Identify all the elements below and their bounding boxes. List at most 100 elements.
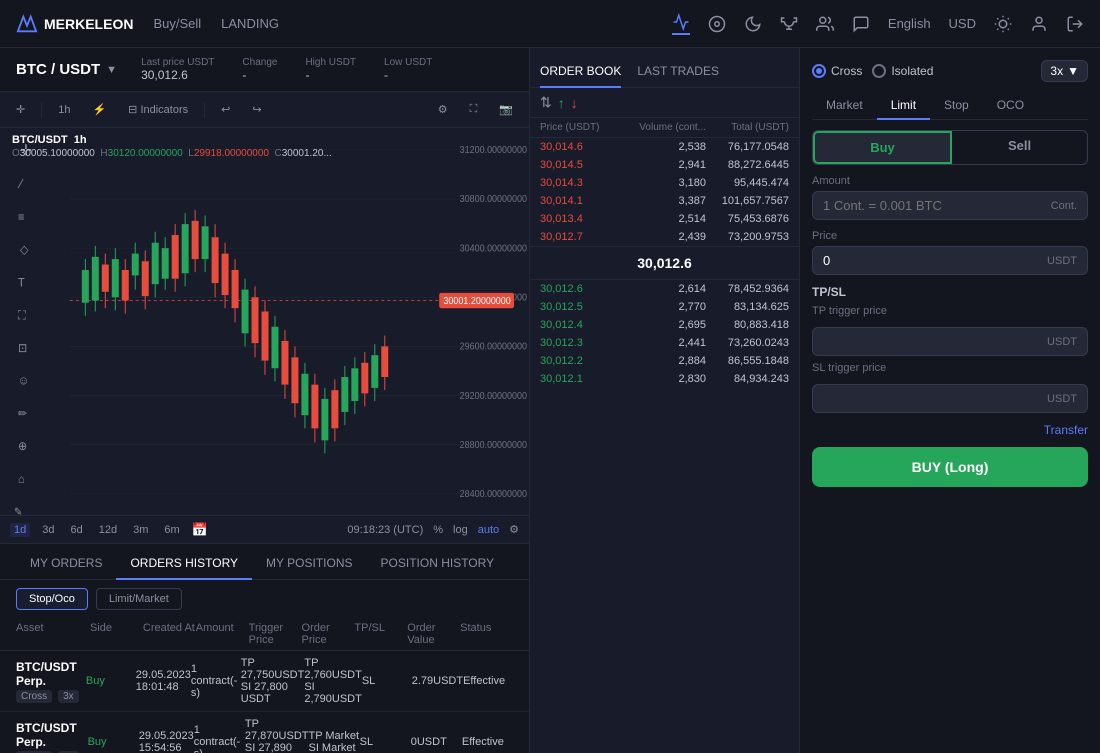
tf-6d[interactable]: 6d [67,523,87,537]
tf-6m[interactable]: 6m [160,523,183,537]
list-item: 30,012.3 2,441 73,260.0243 [530,334,799,352]
tab-market[interactable]: Market [812,92,877,120]
middle-panel: ORDER BOOK LAST TRADES ⇅ ↑ ↓ Price (USDT… [530,48,800,753]
price-input[interactable] [823,253,1041,268]
indicators-btn[interactable]: ⊟ Indicators [122,101,194,118]
trophy-icon[interactable] [780,15,798,33]
tab-position-history[interactable]: POSITION HISTORY [367,548,509,580]
tab-oco[interactable]: OCO [983,92,1038,120]
amount-suffix: Cont. [1051,200,1077,212]
table-row: BTC/USDT Perp. Cross 3x Buy 29.05.2023 1… [0,651,529,712]
buy-long-button[interactable]: BUY (Long) [812,447,1088,487]
ticker-change: Change - [242,57,277,82]
svg-text:⛶: ⛶ [17,309,27,323]
list-item: 30,014.5 2,941 88,272.6445 [530,156,799,174]
svg-text:☺: ☺ [18,375,29,388]
chart-pair-label: BTC/USDT 1h [12,134,332,146]
nav-currency[interactable]: USD [949,16,976,31]
ticker-low: Low USDT - [384,57,432,82]
radio-cross[interactable]: Cross [812,64,862,78]
sl-suffix: USDT [1047,393,1077,405]
tp-suffix: USDT [1047,336,1077,348]
tp-trigger-input-wrapper: USDT [812,327,1088,356]
main-layout: BTC / USDT ▼ Last price USDT 30,012.6 Ch… [0,48,1100,753]
tf-12d[interactable]: 12d [95,523,121,537]
filter-limit-market[interactable]: Limit/Market [96,588,182,610]
sl-trigger-input[interactable] [823,391,1041,406]
sun-icon[interactable] [994,15,1012,33]
tab-my-positions[interactable]: MY POSITIONS [252,548,366,580]
amount-input[interactable] [823,198,1045,213]
redo-btn[interactable]: ↪ [246,101,267,118]
top-nav: MERKELEON Buy/Sell LANDING English USD [0,0,1100,48]
svg-text:⊕: ⊕ [18,441,27,454]
tab-order-book[interactable]: ORDER BOOK [540,64,621,88]
tab-orders-history[interactable]: ORDERS HISTORY [116,548,252,580]
price-suffix: USDT [1047,255,1077,267]
svg-text:28800.00000000: 28800.00000000 [460,439,527,450]
sell-rows: 30,014.6 2,538 76,177.0548 30,014.5 2,94… [530,138,799,246]
tab-my-orders[interactable]: MY ORDERS [16,548,116,580]
screenshot-btn[interactable]: 📷 [493,101,519,118]
arrow-up-icon[interactable]: ↑ [558,95,565,111]
bs-sell[interactable]: Sell [952,131,1087,164]
right-panel: Cross Isolated 3x ▼ Market Limit Stop OC… [800,48,1100,753]
left-panel: BTC / USDT ▼ Last price USDT 30,012.6 Ch… [0,48,530,753]
tf-1d[interactable]: 1d [10,523,30,537]
svg-text:28400.00000000: 28400.00000000 [460,488,527,499]
fullscreen-btn[interactable]: ⛶ [464,101,484,118]
ticker-chevron: ▼ [106,64,117,76]
svg-text:≡: ≡ [18,211,25,224]
undo-btn[interactable]: ↩ [215,101,236,118]
order-type-row: Cross Isolated 3x ▼ [812,60,1088,82]
chat-icon[interactable] [852,15,870,33]
filter-stop-oco[interactable]: Stop/Oco [16,588,88,610]
tab-stop[interactable]: Stop [930,92,983,120]
ob-arrows: ⇅ ↑ ↓ [530,88,799,118]
price-label: Price [812,230,1088,242]
tb-sep-2 [204,102,205,118]
svg-text:T: T [18,277,25,290]
account-icon[interactable] [1030,15,1048,33]
ob-mid-price: 30,012.6 [530,246,799,280]
tf-3m[interactable]: 3m [129,523,152,537]
leverage-select[interactable]: 3x ▼ [1041,60,1088,82]
radio-isolated-dot [872,64,886,78]
ob-tabs: ORDER BOOK LAST TRADES [530,48,799,88]
list-item: 30,013.4 2,514 75,453.6876 [530,210,799,228]
svg-text:◇: ◇ [20,244,30,257]
chart-type-btn[interactable]: ⚡ [86,101,112,118]
logo[interactable]: MERKELEON [16,13,133,35]
ticker-pair[interactable]: BTC / USDT ▼ [16,61,117,78]
chart-toolbar: ✛ 1h ⚡ ⊟ Indicators ↩ ↪ ⚙ ⛶ 📷 [0,92,529,128]
calendar-btn[interactable]: 📅 [192,522,208,538]
orders-filter: Stop/Oco Limit/Market [0,580,529,618]
radio-isolated[interactable]: Isolated [872,64,933,78]
ob-col-headers: Price (USDT) Volume (cont... Total (USDT… [530,118,799,138]
orders-panel: MY ORDERS ORDERS HISTORY MY POSITIONS PO… [0,543,529,753]
sl-trigger-label: SL trigger price [812,362,1088,374]
bs-buy[interactable]: Buy [813,131,952,164]
interval-btn[interactable]: 1h [52,102,76,118]
settings-chart-btn[interactable]: ⚙ [432,101,454,118]
target-icon[interactable] [708,15,726,33]
transfer-link[interactable]: Transfer [812,423,1088,437]
moon-icon[interactable] [744,15,762,33]
nav-buy-sell[interactable]: Buy/Sell [153,16,201,31]
tab-last-trades[interactable]: LAST TRADES [637,64,719,88]
arrow-down-icon[interactable]: ↓ [571,95,578,111]
tab-limit[interactable]: Limit [877,92,930,120]
crosshair-tool[interactable]: ✛ [10,101,31,118]
chart-icon[interactable] [672,13,690,35]
nav-landing[interactable]: LANDING [221,16,279,31]
radio-cross-dot [812,64,826,78]
tp-trigger-input[interactable] [823,334,1041,349]
tf-3d[interactable]: 3d [38,523,58,537]
orders-table-header: Asset Side Created At Amount Trigger Pri… [0,618,529,651]
person-group-icon[interactable] [816,15,834,33]
logout-icon[interactable] [1066,15,1084,33]
order-sub-tabs: Market Limit Stop OCO [812,92,1088,120]
tp-trigger-label: TP trigger price [812,305,1088,317]
nav-lang[interactable]: English [888,16,931,31]
arrows-both-icon[interactable]: ⇅ [540,94,552,111]
